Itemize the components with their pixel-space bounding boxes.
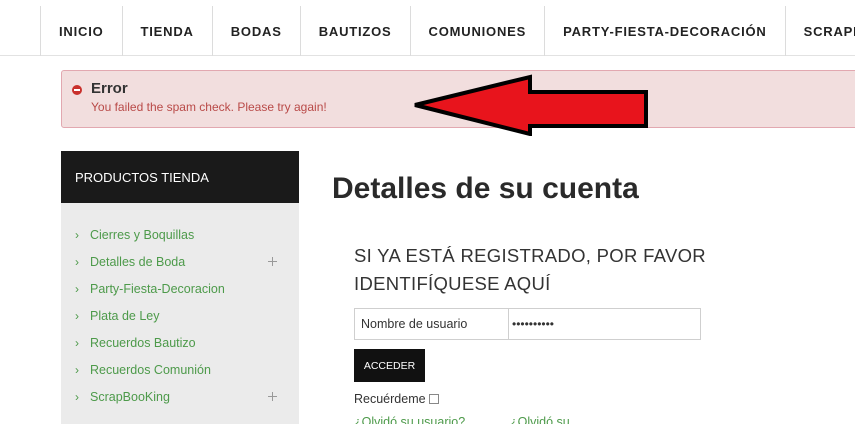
sidebar-item-label: Recuerdos Comunión [90, 362, 211, 377]
remember-label: Recuérdeme [354, 392, 426, 406]
sidebar-item[interactable]: › Recuerdos Comunión [61, 356, 299, 383]
sidebar-item[interactable]: › Detalles de Boda [61, 248, 299, 275]
sidebar-item-label: Recuerdos Bautizo [90, 335, 196, 350]
nav-item-bautizos[interactable]: BAUTIZOS [301, 6, 411, 56]
expand-plus-icon[interactable] [268, 392, 277, 401]
sidebar-item-label: Cierres y Boquillas [90, 227, 195, 242]
sidebar-item-label: Detalles de Boda [90, 254, 186, 269]
chevron-right-icon: › [75, 308, 79, 323]
nav-item-tienda[interactable]: TIENDA [123, 6, 213, 56]
remember-me: Recuérdeme [354, 392, 439, 406]
username-input[interactable] [354, 308, 508, 340]
alert-title: Error [91, 80, 128, 97]
page: INICIO TIENDA BODAS BAUTIZOS COMUNIONES PARTY… [0, 0, 855, 424]
nav-item-bodas[interactable]: BODAS [213, 6, 301, 56]
chevron-right-icon: › [75, 389, 79, 404]
remember-checkbox[interactable] [428, 394, 439, 404]
nav-item-party-fiesta-decoraci-n[interactable]: PARTY-FIESTA-DECORACIÓN [545, 6, 786, 56]
sidebar-item[interactable]: › Recuerdos Bautizo [61, 329, 299, 356]
chevron-right-icon: › [75, 335, 79, 350]
minus-circle-icon [72, 85, 82, 95]
chevron-right-icon: › [75, 281, 79, 296]
sidebar-item-label: ScrapBooKing [90, 389, 170, 404]
sidebar-item[interactable]: › Cierres y Boquillas [61, 221, 299, 248]
alert-message: You failed the spam check. Please try ag… [91, 100, 327, 114]
sidebar-heading: PRODUCTOS TIENDA [61, 151, 299, 203]
sidebar: PRODUCTOS TIENDA › Cierres y Boquillas › De… [61, 151, 299, 424]
page-title: Detalles de su cuenta [332, 172, 639, 205]
forgot-password-link[interactable]: ¿Olvidó su [510, 415, 570, 424]
sidebar-item[interactable]: › Plata de Ley [61, 302, 299, 329]
expand-plus-icon[interactable] [268, 257, 277, 266]
sidebar-item-label: Party-Fiesta-Decoracion [90, 281, 225, 296]
login-heading: SI YA ESTÁ REGISTRADO, POR FAVOR IDENTIF… [354, 245, 706, 294]
chevron-right-icon: › [75, 362, 79, 377]
chevron-right-icon: › [75, 254, 79, 269]
sidebar-item-label: Plata de Ley [90, 308, 160, 323]
nav-menu: INICIO TIENDA BODAS BAUTIZOS COMUNIONES PARTY… [40, 6, 855, 56]
nav-item-comuniones[interactable]: COMUNIONES [411, 6, 546, 56]
red-arrow-annotation [414, 74, 648, 136]
chevron-right-icon: › [75, 227, 79, 242]
sidebar-item[interactable]: › ScrapBooKing [61, 383, 299, 410]
category-list: › Cierres y Boquillas › Detalles de Boda › Pa… [61, 203, 299, 410]
password-input[interactable] [508, 308, 701, 340]
login-button[interactable]: ACCEDER [354, 349, 425, 382]
top-navigation: INICIO TIENDA BODAS BAUTIZOS COMUNIONES PARTY… [0, 0, 855, 56]
sidebar-item[interactable]: › Party-Fiesta-Decoracion [61, 275, 299, 302]
forgot-username-link[interactable]: ¿Olvidó su usuario? [354, 415, 465, 424]
nav-item-inicio[interactable]: INICIO [41, 6, 123, 56]
nav-item-scrapbo[interactable]: SCRAPBO [786, 6, 855, 56]
